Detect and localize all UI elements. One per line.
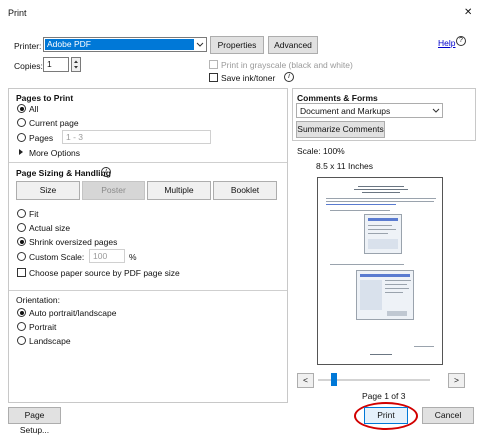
print-button[interactable]: Print	[364, 407, 408, 424]
tab-multiple[interactable]: Multiple	[147, 181, 211, 200]
actual-size-label: Actual size	[29, 223, 71, 233]
landscape-label: Landscape	[29, 336, 71, 346]
grayscale-checkbox[interactable]	[209, 60, 218, 69]
radio-auto-orientation[interactable]	[17, 308, 26, 317]
preview-text-line	[330, 210, 390, 211]
cancel-button[interactable]: Cancel	[422, 407, 474, 424]
percent-label: %	[129, 252, 137, 262]
preview-screenshot	[356, 270, 414, 320]
preview-text-line	[414, 346, 434, 347]
printer-label: Printer:	[14, 41, 42, 51]
radio-actual-size[interactable]	[17, 223, 26, 232]
pages-range-input[interactable]: 1 - 3	[62, 130, 211, 144]
advanced-button[interactable]: Advanced	[268, 36, 318, 54]
preview-heading	[362, 192, 400, 193]
radio-current-page[interactable]	[17, 118, 26, 127]
preview-heading	[358, 186, 404, 187]
chevron-down-icon	[431, 105, 441, 118]
chevron-down-icon	[195, 39, 205, 50]
info-icon[interactable]: i	[284, 72, 294, 82]
preview-text-line	[326, 198, 436, 199]
save-ink-checkbox[interactable]	[209, 73, 218, 82]
copies-input[interactable]: 1	[43, 57, 69, 72]
radio-fit[interactable]	[17, 209, 26, 218]
next-page-button[interactable]: >	[448, 373, 465, 388]
preview-text-line	[330, 264, 404, 265]
comments-select-value: Document and Markups	[300, 106, 391, 116]
radio-pages[interactable]	[17, 133, 26, 142]
paper-size-label: 8.5 x 11 Inches	[316, 161, 374, 171]
prev-page-button[interactable]: <	[297, 373, 314, 388]
page-counter: Page 1 of 3	[362, 391, 406, 401]
auto-orientation-label: Auto portrait/landscape	[29, 308, 117, 318]
radio-all[interactable]	[17, 104, 26, 113]
paper-source-label: Choose paper source by PDF page size	[29, 268, 180, 278]
properties-button[interactable]: Properties	[210, 36, 264, 54]
summarize-comments-button[interactable]: Summarize Comments	[296, 121, 385, 138]
more-options-link[interactable]: More Options	[29, 148, 80, 158]
custom-scale-label: Custom Scale:	[29, 252, 85, 262]
preview-text-line	[370, 354, 392, 355]
printer-select[interactable]: Adobe PDF	[43, 37, 207, 52]
fit-label: Fit	[29, 209, 39, 219]
save-ink-label: Save ink/toner	[221, 73, 276, 83]
shrink-label: Shrink oversized pages	[29, 237, 118, 247]
close-icon[interactable]: ✕	[464, 7, 472, 18]
preview-link-line	[326, 204, 396, 205]
scale-label: Scale: 100%	[297, 146, 345, 156]
current-page-label: Current page	[29, 118, 79, 128]
custom-scale-input[interactable]: 100	[89, 249, 125, 263]
comments-select[interactable]: Document and Markups	[296, 103, 443, 118]
divider	[9, 290, 287, 291]
window-title: Print	[8, 8, 27, 18]
radio-portrait[interactable]	[17, 322, 26, 331]
comments-forms-title: Comments & Forms	[297, 93, 378, 103]
divider	[9, 162, 287, 163]
paper-source-checkbox[interactable]	[17, 268, 26, 277]
orientation-title: Orientation:	[16, 295, 60, 305]
pages-label: Pages	[29, 133, 54, 143]
grayscale-label: Print in grayscale (black and white)	[221, 60, 353, 70]
page-slider-thumb[interactable]	[331, 373, 337, 386]
page-setup-button[interactable]: Page Setup...	[8, 407, 61, 435]
printer-value: Adobe PDF	[45, 39, 194, 50]
help-link[interactable]: Help	[438, 38, 455, 48]
pages-to-print-title: Pages to Print	[16, 93, 74, 103]
tab-booklet[interactable]: Booklet	[213, 181, 277, 200]
radio-shrink-oversized[interactable]	[17, 237, 26, 246]
copies-label: Copies:	[14, 61, 43, 71]
tab-poster[interactable]: Poster	[82, 181, 145, 200]
page-sizing-title: Page Sizing & Handling	[16, 168, 111, 178]
copies-stepper[interactable]	[71, 57, 81, 72]
help-icon[interactable]: ?	[456, 36, 466, 46]
triangle-right-icon[interactable]	[18, 148, 24, 158]
page-preview	[317, 177, 443, 365]
radio-custom-scale[interactable]	[17, 252, 26, 261]
portrait-label: Portrait	[29, 322, 57, 332]
tab-size[interactable]: Size	[16, 181, 80, 200]
preview-heading	[354, 189, 408, 190]
all-label: All	[29, 104, 39, 114]
preview-screenshot	[364, 214, 402, 254]
info-icon[interactable]: i	[101, 167, 111, 177]
radio-landscape[interactable]	[17, 336, 26, 345]
preview-text-line	[326, 201, 434, 202]
